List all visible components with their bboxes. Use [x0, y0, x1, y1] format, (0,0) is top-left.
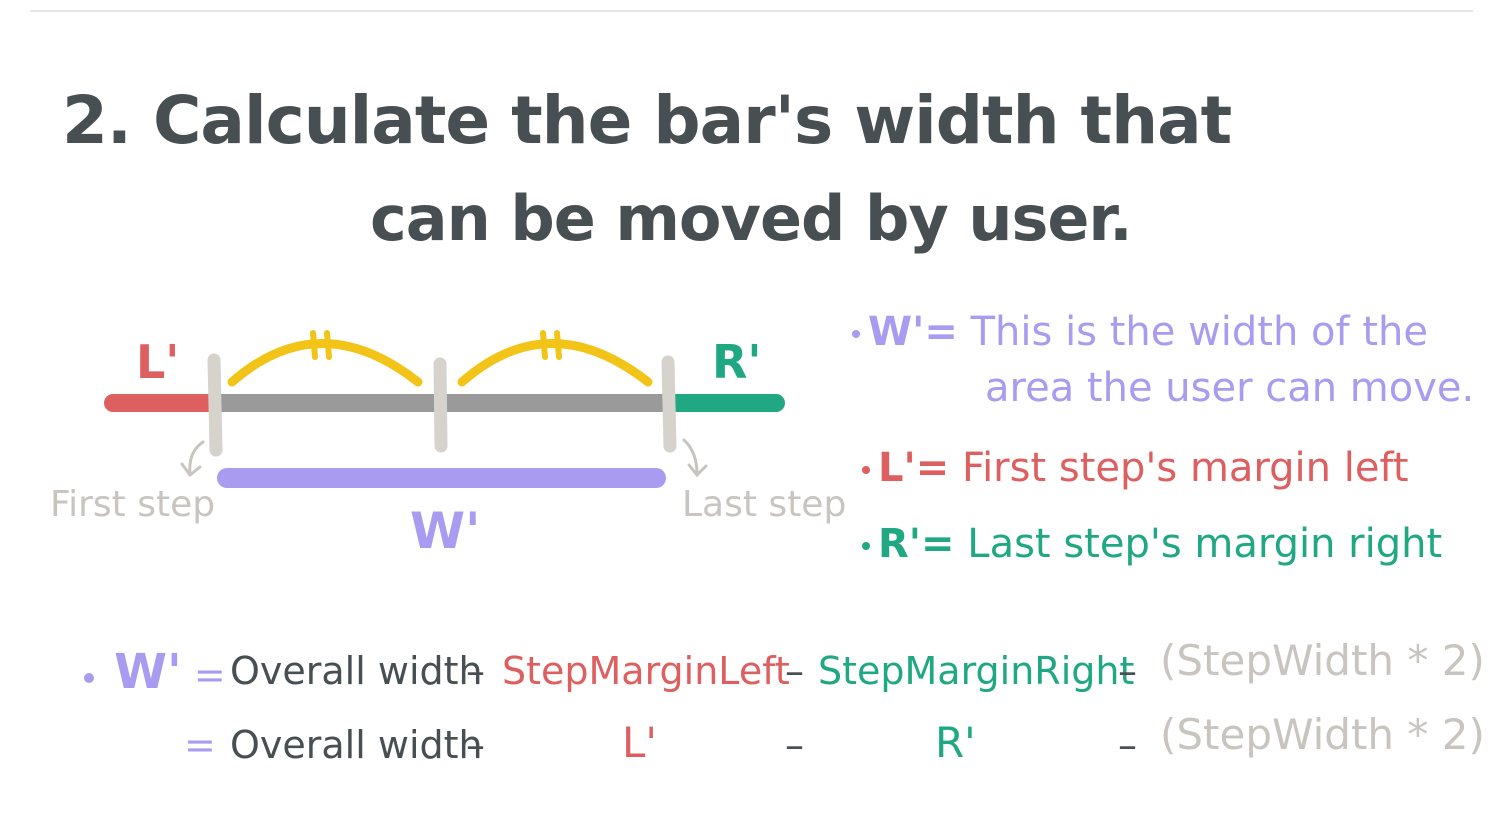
- formula-minus-3: –: [1118, 649, 1137, 693]
- legend-r-text: Last step's margin right: [967, 521, 1443, 567]
- formula-minus-6: –: [1118, 723, 1137, 767]
- step-middle: [433, 357, 448, 453]
- formula-r: R': [935, 718, 976, 767]
- last-step-arrow-icon: [682, 438, 708, 478]
- bullet-icon: [862, 466, 870, 474]
- tick-mark: [540, 330, 548, 360]
- formula-step-width-1: (StepWidth * 2): [1160, 636, 1485, 685]
- first-step-label: First step: [50, 484, 215, 525]
- step-first: [207, 353, 223, 457]
- tick-mark: [310, 330, 318, 360]
- formula-eq-2: =: [184, 723, 216, 767]
- label-l: L': [136, 335, 179, 389]
- legend-r: R'= Last step's margin right: [862, 524, 1442, 564]
- bullet-icon: [862, 542, 870, 550]
- legend-l-symbol: L'=: [878, 445, 950, 491]
- formula-minus-2: –: [785, 649, 804, 693]
- formula-step-width-2: (StepWidth * 2): [1160, 710, 1485, 759]
- formula-minus-1: –: [466, 649, 485, 693]
- bullet-icon: [852, 330, 860, 338]
- last-step-label: Last step: [682, 484, 846, 525]
- legend-r-symbol: R'=: [878, 521, 955, 567]
- legend-w-symbol: W'=: [868, 309, 958, 355]
- formula-overall-1: Overall width: [230, 649, 483, 693]
- tick-mark: [324, 330, 332, 360]
- formula-lhs: W': [114, 644, 182, 700]
- formula-minus-4: –: [466, 723, 485, 767]
- formula-l: L': [622, 718, 657, 767]
- formula-minus-5: –: [785, 723, 804, 767]
- equal-span-arc-right: [457, 339, 653, 387]
- legend-w-text: This is the width of the: [970, 309, 1428, 355]
- legend-l-text: First step's margin left: [961, 445, 1409, 491]
- formula-eq: =: [193, 653, 226, 697]
- formula-line-1: W' =: [84, 648, 226, 696]
- step-last: [661, 355, 677, 453]
- formula-overall-2: Overall width: [230, 723, 483, 767]
- equal-span-arc-left: [227, 339, 423, 387]
- label-w: W': [410, 502, 480, 560]
- legend-w: W'= This is the width of the: [852, 312, 1428, 352]
- first-step-arrow-icon: [180, 440, 205, 478]
- bullet-icon: [84, 672, 94, 683]
- legend-l: L'= First step's margin left: [862, 448, 1409, 488]
- formula-margin-left: StepMarginLeft: [502, 649, 790, 693]
- label-r: R': [712, 335, 762, 389]
- tick-mark: [554, 330, 562, 360]
- legend-w-line2: area the user can move.: [985, 368, 1474, 408]
- formula-margin-right: StepMarginRight: [818, 649, 1135, 693]
- legend-w-text2: area the user can move.: [985, 365, 1475, 411]
